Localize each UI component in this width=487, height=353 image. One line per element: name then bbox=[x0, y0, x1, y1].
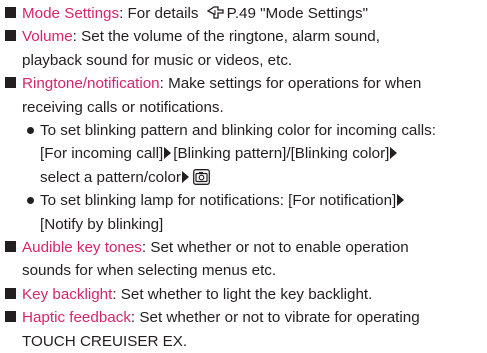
square-bullet-icon bbox=[5, 241, 16, 253]
desc-text: : Set the volume of the ringtone, alarm … bbox=[72, 28, 380, 46]
desc-text: : Make settings for operations for when bbox=[159, 75, 422, 93]
square-bullet-icon bbox=[5, 287, 16, 299]
menu-step: select a pattern/color bbox=[40, 168, 181, 186]
menu-step: [Blinking pattern]/[Blinking color] bbox=[173, 145, 390, 163]
desc-text-cont: playback sound for music or videos, etc. bbox=[22, 51, 293, 69]
list-item-mode-settings: Mode Settings: For details P.49 "Mode Se… bbox=[4, 2, 487, 25]
sub-item-blinking-incoming: To set blinking pattern and blinking col… bbox=[4, 119, 487, 189]
desc-text-cont: receiving calls or notifications. bbox=[22, 98, 224, 116]
desc-text: : Set whether or not to enable operation bbox=[141, 239, 409, 257]
term-mode-settings: Mode Settings bbox=[22, 5, 120, 22]
desc-text: : Set whether or not to vibrate for oper… bbox=[130, 309, 420, 327]
term-haptic-feedback: Haptic feedback bbox=[22, 309, 131, 327]
square-bullet-icon bbox=[5, 30, 16, 42]
step-arrow-icon bbox=[164, 147, 172, 160]
sub-text: To set blinking pattern and blinking col… bbox=[40, 122, 436, 140]
term-key-backlight: Key backlight bbox=[22, 285, 113, 303]
square-bullet-icon bbox=[5, 311, 16, 323]
list-item-volume: Volume: Set the volume of the ringtone, … bbox=[4, 25, 487, 72]
list-item-key-backlight: Key backlight: Set whether to light the … bbox=[4, 283, 487, 306]
round-bullet-icon bbox=[27, 127, 34, 135]
reference-pointer-icon bbox=[206, 6, 224, 19]
page-reference: P.49 "Mode Settings" bbox=[226, 5, 369, 22]
term-volume: Volume bbox=[22, 28, 73, 46]
desc-text: : For details bbox=[119, 5, 203, 22]
sub-text: To set blinking lamp for notifications: … bbox=[40, 192, 397, 210]
menu-step: [For incoming call] bbox=[40, 145, 164, 163]
desc-text-cont: TOUCH CREUISER EX. bbox=[22, 332, 188, 350]
square-bullet-icon bbox=[5, 7, 16, 18]
list-item-ringtone-notification: Ringtone/notification: Make settings for… bbox=[4, 72, 487, 119]
step-arrow-icon bbox=[181, 170, 189, 183]
step-arrow-icon bbox=[390, 147, 398, 160]
settings-description-list: Mode Settings: For details P.49 "Mode Se… bbox=[0, 0, 487, 350]
square-bullet-icon bbox=[5, 77, 16, 89]
round-bullet-icon bbox=[27, 197, 34, 205]
term-ringtone-notification: Ringtone/notification bbox=[22, 75, 160, 93]
camera-key-icon bbox=[193, 168, 210, 185]
desc-text-cont: sounds for when selecting menus etc. bbox=[22, 262, 277, 280]
term-audible-key-tones: Audible key tones bbox=[22, 239, 142, 257]
sub-item-blinking-notification: To set blinking lamp for notifications: … bbox=[4, 189, 487, 236]
menu-step: [Notify by blinking] bbox=[40, 215, 164, 233]
list-item-haptic-feedback: Haptic feedback: Set whether or not to v… bbox=[4, 306, 487, 353]
list-item-audible-key-tones: Audible key tones: Set whether or not to… bbox=[4, 236, 487, 283]
step-arrow-icon bbox=[397, 194, 405, 207]
desc-text: : Set whether to light the key backlight… bbox=[112, 285, 373, 303]
